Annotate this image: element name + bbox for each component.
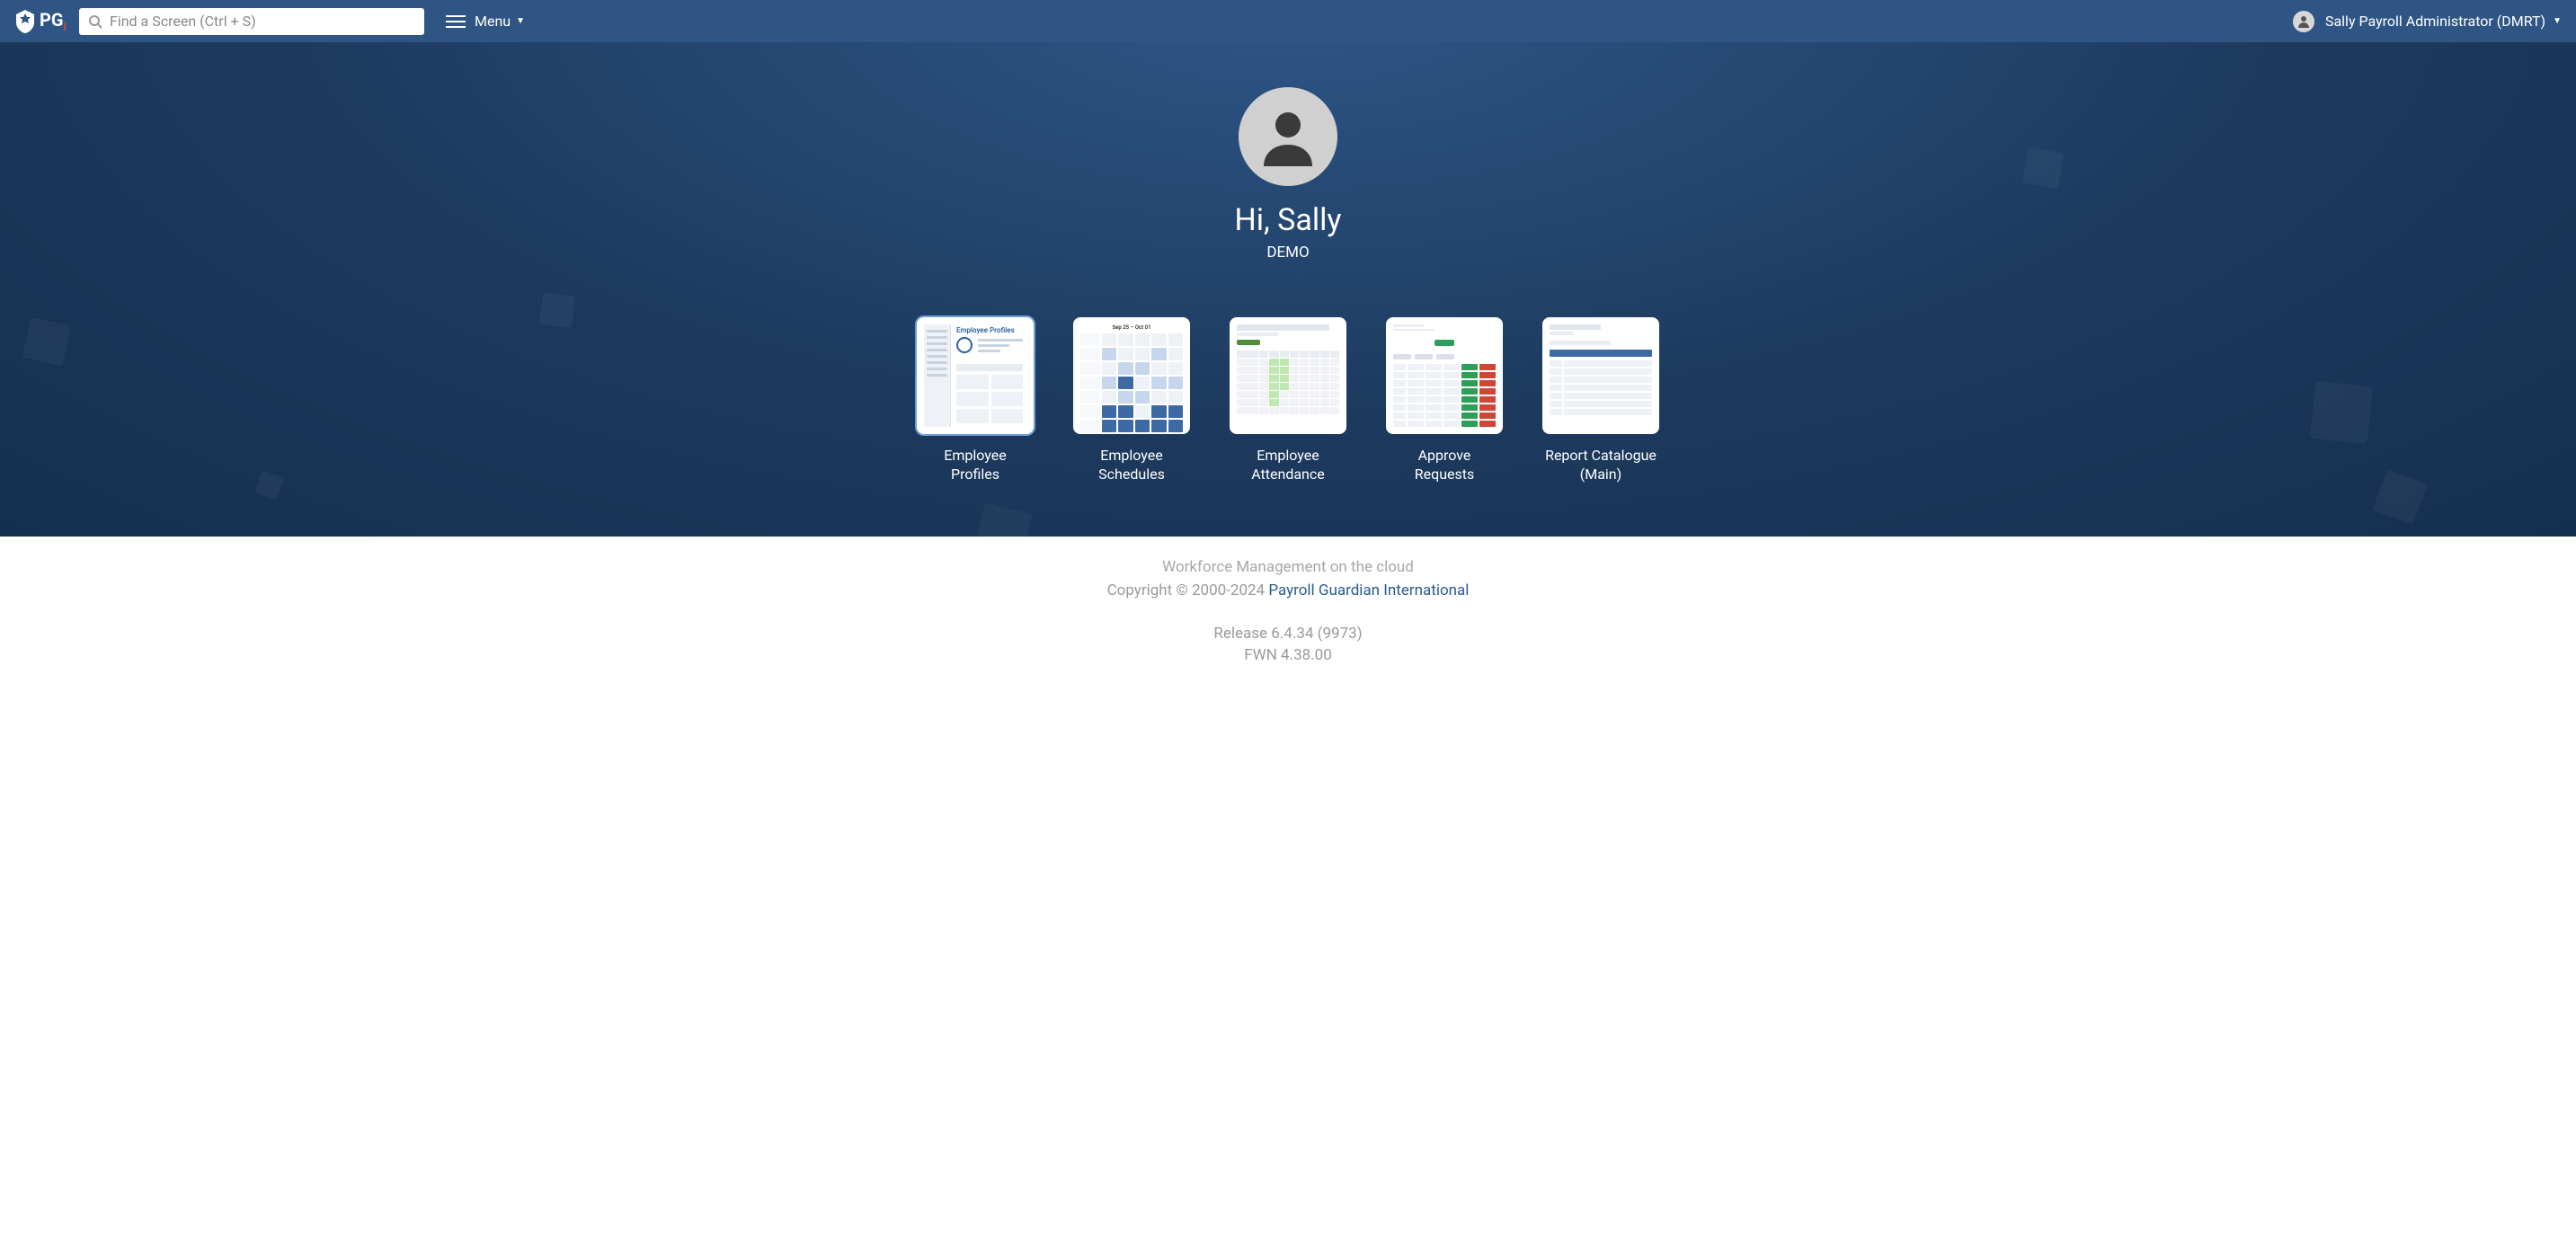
logo[interactable]: PGi — [14, 9, 67, 34]
footer: Workforce Management on the cloud Copyri… — [0, 537, 2576, 700]
tile-label: Employee Attendance — [1251, 447, 1325, 484]
menu-button[interactable]: Menu ▼ — [446, 13, 525, 30]
tile-label: Employee Profiles — [944, 447, 1006, 484]
tile-thumbnail — [1230, 317, 1346, 434]
hero: Hi, Sally DEMO Employee Profiles Employe… — [0, 42, 2576, 537]
tile-thumbnail: Sep 25 – Oct 01 — [1073, 317, 1190, 434]
tiles: Employee Profiles Employee Profiles Sep … — [0, 317, 2576, 484]
copyright-prefix: Copyright © 2000-2024 — [1107, 581, 1269, 599]
copyright-link[interactable]: Payroll Guardian International — [1268, 581, 1469, 599]
chevron-down-icon: ▼ — [516, 16, 525, 26]
tile-employee-schedules[interactable]: Sep 25 – Oct 01 Employee Schedules — [1073, 317, 1190, 484]
tile-employee-attendance[interactable]: Employee Attendance — [1230, 317, 1346, 484]
footer-fwn: FWN 4.38.00 — [0, 646, 2576, 664]
subtitle: DEMO — [0, 244, 2576, 262]
user-avatar — [1239, 87, 1337, 186]
menu-label: Menu — [475, 13, 511, 30]
tile-report-catalogue-main[interactable]: Report Catalogue (Main) — [1542, 317, 1659, 484]
tile-thumbnail — [1542, 317, 1659, 434]
tile-label: Report Catalogue (Main) — [1545, 447, 1657, 484]
person-icon — [1257, 105, 1319, 168]
tile-label: Approve Requests — [1415, 447, 1475, 484]
logo-text: PGi — [40, 9, 67, 34]
footer-release: Release 6.4.34 (9973) — [0, 625, 2576, 643]
footer-tagline: Workforce Management on the cloud — [0, 558, 2576, 576]
tile-label: Employee Schedules — [1098, 447, 1165, 484]
tile-thumbnail — [1386, 317, 1503, 434]
avatar-icon — [2293, 11, 2314, 32]
user-menu[interactable]: Sally Payroll Administrator (DMRT) ▼ — [2293, 11, 2562, 32]
tile-thumbnail: Employee Profiles — [917, 317, 1034, 434]
logo-icon — [14, 9, 36, 34]
chevron-down-icon: ▼ — [2553, 16, 2562, 26]
tile-approve-requests[interactable]: Approve Requests — [1386, 317, 1503, 484]
greeting: Hi, Sally — [0, 202, 2576, 238]
tile-employee-profiles[interactable]: Employee Profiles Employee Profiles — [917, 317, 1034, 484]
search-box[interactable] — [79, 8, 424, 35]
navbar: PGi Menu ▼ Sally Payroll Administrator (… — [0, 0, 2576, 42]
hamburger-icon — [446, 14, 466, 29]
search-icon — [88, 14, 102, 29]
search-input[interactable] — [110, 13, 415, 30]
footer-copyright: Copyright © 2000-2024 Payroll Guardian I… — [0, 581, 2576, 599]
user-label: Sally Payroll Administrator (DMRT) — [2325, 13, 2545, 30]
